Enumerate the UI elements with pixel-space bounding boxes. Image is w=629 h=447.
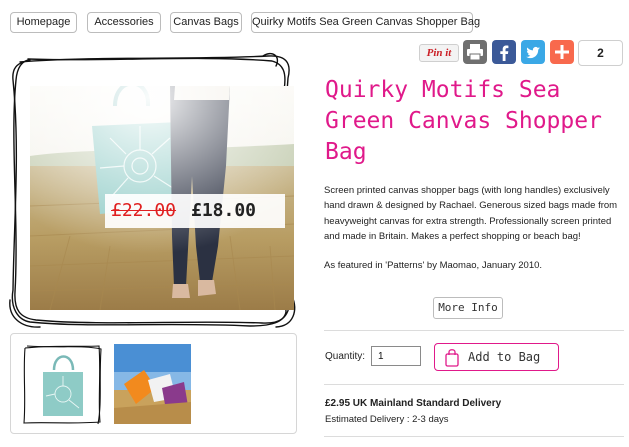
twitter-icon	[526, 46, 540, 59]
print-icon	[467, 44, 483, 61]
thumbnail-beach[interactable]	[114, 344, 191, 424]
bag-thumbnail	[23, 345, 102, 425]
more-info-button[interactable]: More Info	[433, 297, 503, 319]
divider	[324, 330, 624, 331]
description-featured: As featured in 'Patterns' by Maomao, Jan…	[324, 260, 543, 272]
old-price: £22.00	[111, 200, 177, 221]
share-count: 2	[578, 40, 623, 66]
beach-thumbnail	[114, 344, 191, 424]
pinterest-button[interactable]: Pin it	[419, 44, 459, 62]
facebook-icon	[500, 45, 509, 61]
add-to-bag-button[interactable]: Add to Bag	[434, 343, 559, 371]
current-price: £18.00	[191, 200, 257, 221]
plus-icon	[555, 45, 569, 59]
print-button[interactable]	[463, 40, 487, 64]
shopping-bag-icon	[445, 349, 459, 367]
facebook-button[interactable]	[492, 40, 516, 64]
divider	[324, 384, 624, 385]
quantity-input[interactable]	[371, 346, 421, 366]
delivery-info: £2.95 UK Mainland Standard Delivery	[325, 398, 502, 409]
estimated-delivery: Estimated Delivery : 2-3 days	[325, 414, 449, 425]
thumbnail-strip	[10, 333, 297, 434]
add-to-bag-label: Add to Bag	[468, 350, 541, 364]
product-description: Screen printed canvas shopper bags (with…	[324, 183, 624, 287]
addthis-button[interactable]	[550, 40, 574, 64]
twitter-button[interactable]	[521, 40, 545, 64]
description-paragraph: Screen printed canvas shopper bags (with…	[324, 185, 618, 242]
quantity-label: Quantity:	[325, 351, 366, 362]
thumbnail-bag[interactable]	[21, 342, 103, 426]
product-title: Quirky Motifs Sea Green Canvas Shopper B…	[325, 77, 602, 165]
price-tag: £22.00 £18.00	[105, 194, 285, 228]
divider	[324, 436, 624, 437]
